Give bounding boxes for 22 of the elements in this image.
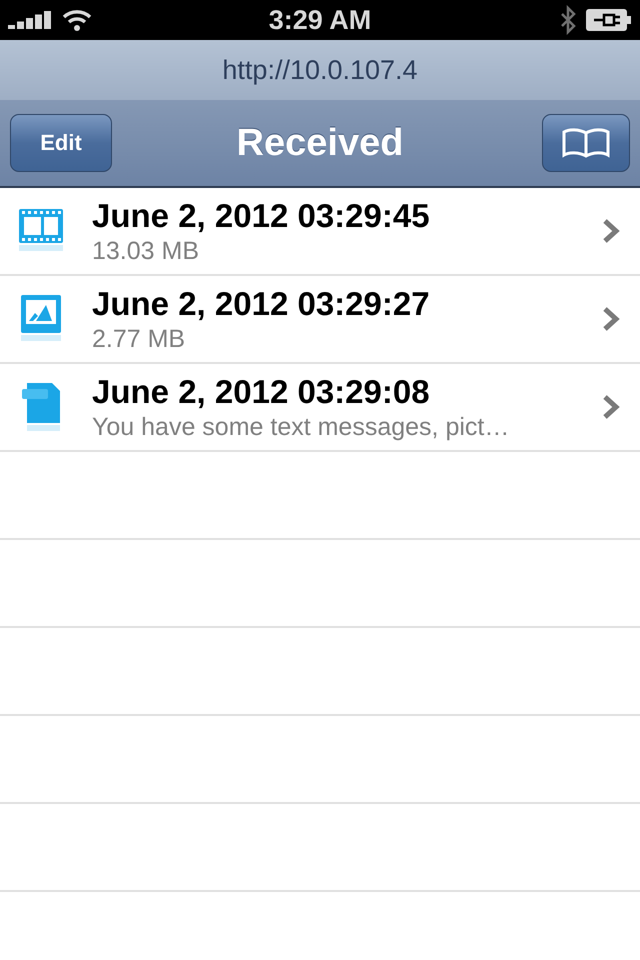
- chevron-icon: [602, 306, 620, 332]
- item-title: June 2, 2012 03:29:27: [92, 284, 431, 322]
- battery-icon: [586, 9, 632, 31]
- edit-button[interactable]: Edit: [10, 114, 112, 172]
- item-title: June 2, 2012 03:29:45: [92, 196, 431, 234]
- bookmarks-button[interactable]: [542, 114, 630, 172]
- chevron-icon: [602, 218, 620, 244]
- item-subtitle: 2.77 MB: [92, 324, 186, 354]
- list-row[interactable]: June 2, 2012 03:29:27 2.77 MB: [0, 276, 640, 364]
- item-subtitle: You have some text messages, pict…: [92, 412, 510, 442]
- signal-icon: [8, 11, 52, 29]
- wifi-icon: [62, 9, 92, 31]
- list-row[interactable]: June 2, 2012 03:29:08 You have some text messages, pict…: [0, 364, 640, 452]
- item-title: June 2, 2012 03:29:08: [92, 372, 431, 410]
- item-subtitle: 13.03 MB: [92, 236, 200, 266]
- bluetooth-icon: [560, 5, 576, 35]
- nav-title: Received: [236, 122, 404, 164]
- status-time: 3:29 AM: [268, 4, 372, 36]
- book-icon: [561, 127, 611, 159]
- address-url: http://10.0.107.4: [222, 54, 418, 86]
- list-row[interactable]: June 2, 2012 03:29:45 13.03 MB: [0, 188, 640, 276]
- chevron-icon: [602, 394, 620, 420]
